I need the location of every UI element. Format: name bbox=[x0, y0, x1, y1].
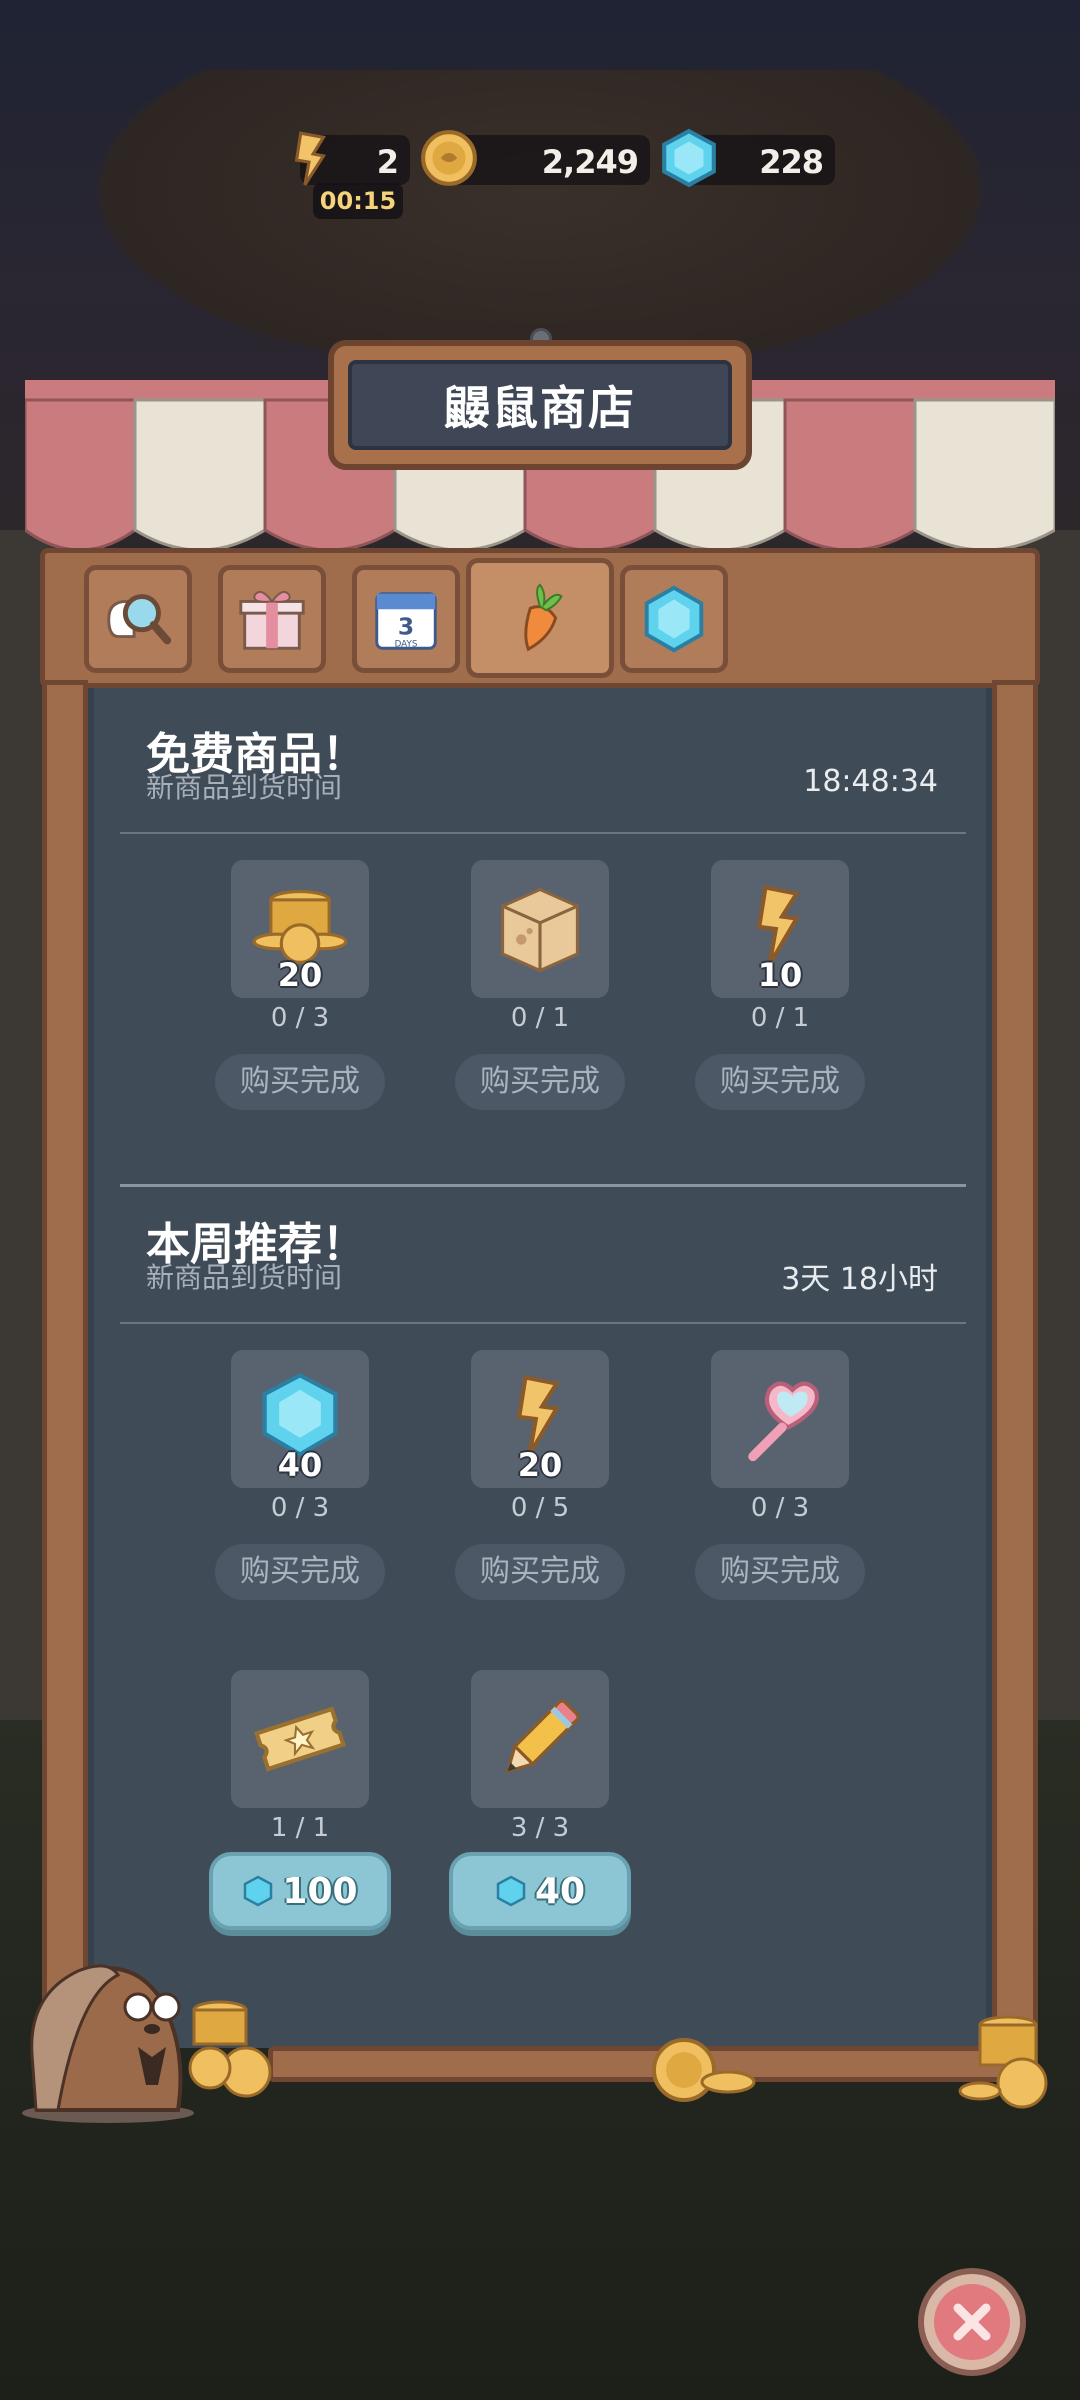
tab-gift[interactable] bbox=[218, 565, 326, 673]
calendar-days-label: DAYS bbox=[395, 639, 418, 649]
item-quantity: 20 bbox=[517, 1446, 563, 1484]
item-quantity: 20 bbox=[277, 956, 323, 994]
tab-carrot[interactable] bbox=[466, 558, 614, 678]
weekly-item-pencil[interactable] bbox=[471, 1670, 609, 1808]
gems-value: 228 bbox=[759, 143, 824, 181]
free-item-energy[interactable]: 10 bbox=[711, 860, 849, 998]
hud-coins[interactable]: 2,249 bbox=[421, 130, 650, 186]
purchased-button[interactable]: 购买完成 bbox=[455, 1054, 625, 1110]
free-item-box[interactable] bbox=[471, 860, 609, 998]
coins-value: 2,249 bbox=[541, 143, 639, 181]
star-ticket-icon bbox=[254, 1706, 346, 1772]
item-quantity: 10 bbox=[757, 956, 803, 994]
free-section-subtitle: 新商品到货时间 bbox=[146, 771, 343, 804]
shop-bottom-beam bbox=[268, 2046, 1008, 2082]
price-value: 100 bbox=[282, 1870, 358, 1912]
item-quantity: 40 bbox=[277, 1446, 323, 1484]
item-count: 3 / 3 bbox=[510, 1813, 570, 1843]
item-count: 0 / 5 bbox=[510, 1493, 570, 1523]
coin-pile-right bbox=[958, 2015, 1048, 2109]
pencil-icon bbox=[505, 1699, 580, 1774]
purchased-button[interactable]: 购买完成 bbox=[215, 1544, 385, 1600]
gem-icon bbox=[244, 1875, 273, 1907]
item-count: 0 / 1 bbox=[510, 1003, 570, 1033]
gem-icon bbox=[662, 128, 716, 188]
gem-icon bbox=[644, 585, 704, 653]
gem-icon bbox=[496, 1875, 526, 1907]
hud-gems[interactable]: 228 bbox=[662, 128, 835, 188]
item-count: 0 / 3 bbox=[270, 1003, 330, 1033]
weekly-section-timer: 3天 18小时 bbox=[781, 1262, 938, 1297]
item-count: 0 / 3 bbox=[750, 1493, 810, 1523]
shop-title-board: 鼹鼠商店 bbox=[328, 340, 752, 470]
coin-icon bbox=[421, 130, 477, 186]
purchased-button[interactable]: 购买完成 bbox=[695, 1544, 865, 1600]
weekly-item-energy[interactable]: 20 bbox=[471, 1350, 609, 1488]
coin-pile-center bbox=[652, 2038, 756, 2102]
carrot-icon bbox=[524, 583, 563, 652]
divider bbox=[120, 1322, 966, 1324]
hud-energy[interactable]: 2 bbox=[294, 131, 410, 186]
section-divider bbox=[120, 1184, 966, 1187]
free-section-timer: 18:48:34 bbox=[803, 764, 938, 799]
shop-post-left bbox=[42, 680, 88, 2080]
coin-pile-left bbox=[188, 2000, 272, 2098]
divider bbox=[120, 832, 966, 834]
calendar-number: 3 bbox=[398, 613, 414, 641]
free-item-coins[interactable]: 20 bbox=[231, 860, 369, 998]
heart-mirror-icon bbox=[748, 1381, 819, 1462]
tab-gems[interactable] bbox=[620, 565, 728, 673]
purchased-button[interactable]: 购买完成 bbox=[215, 1054, 385, 1110]
buy-ticket-button[interactable]: 100 bbox=[209, 1852, 391, 1930]
energy-value: 2 bbox=[376, 143, 399, 181]
purchased-button[interactable]: 购买完成 bbox=[695, 1054, 865, 1110]
price-value: 40 bbox=[534, 1870, 586, 1912]
item-count: 0 / 3 bbox=[270, 1493, 330, 1523]
weekly-section-subtitle: 新商品到货时间 bbox=[146, 1261, 343, 1294]
buy-pencil-button[interactable]: 40 bbox=[449, 1852, 631, 1930]
mystery-box-icon bbox=[501, 887, 579, 973]
energy-bolt-icon bbox=[294, 131, 326, 186]
item-count: 1 / 1 bbox=[270, 1813, 330, 1843]
weekly-item-gems[interactable]: 40 bbox=[231, 1350, 369, 1488]
close-button[interactable] bbox=[918, 2268, 1026, 2376]
gift-icon bbox=[239, 590, 305, 650]
weekly-item-ticket[interactable] bbox=[231, 1670, 369, 1808]
shop-post-right bbox=[992, 680, 1038, 2080]
mole-shopkeeper bbox=[22, 1964, 194, 2123]
purchased-button[interactable]: 购买完成 bbox=[455, 1544, 625, 1600]
close-icon bbox=[953, 2303, 991, 2341]
energy-timer: 00:15 bbox=[313, 183, 403, 219]
tab-calendar[interactable]: 3 DAYS bbox=[352, 565, 460, 673]
magnifier-icon bbox=[107, 594, 172, 645]
weekly-item-mirror[interactable] bbox=[711, 1350, 849, 1488]
shop-title: 鼹鼠商店 bbox=[444, 381, 636, 435]
item-count: 0 / 1 bbox=[750, 1003, 810, 1033]
tab-search[interactable] bbox=[84, 565, 192, 673]
calendar-3-days-icon: 3 DAYS bbox=[375, 592, 437, 650]
